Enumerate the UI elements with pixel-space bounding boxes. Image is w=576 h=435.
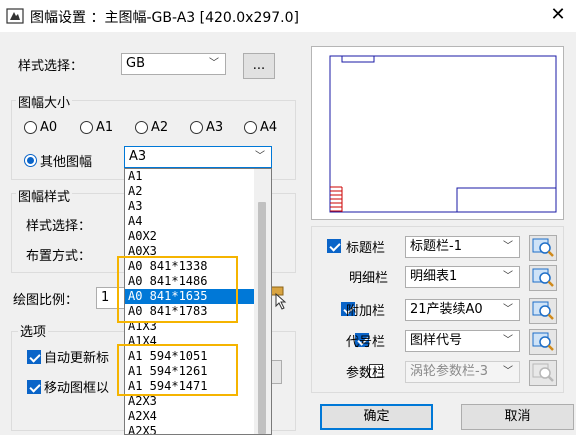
dropdown-item[interactable]: A1	[125, 169, 271, 184]
radio-a1-label: A1	[96, 120, 114, 135]
option-move-frame-check	[27, 379, 41, 394]
cancel-button[interactable]: 取消	[461, 404, 574, 430]
option-auto-update-check	[27, 349, 41, 364]
frame-size-group-title: 图幅大小	[16, 92, 73, 111]
dropdown-item[interactable]: A0X2	[125, 229, 271, 244]
bar-label: 附加栏	[346, 304, 386, 319]
dropdown-scroll-thumb[interactable]	[258, 202, 266, 434]
radio-a0[interactable]: A0	[24, 120, 57, 135]
radio-a4-circle	[244, 121, 257, 134]
radio-a4[interactable]: A4	[244, 120, 277, 135]
radio-a3[interactable]: A3	[190, 120, 223, 135]
bar-select: 涡轮参数栏-3 ﹀	[405, 361, 520, 383]
bar-label: 参数栏	[346, 366, 386, 381]
dropdown-item[interactable]: A2X4	[125, 409, 271, 424]
bar-label: 明细栏	[349, 271, 389, 286]
chevron-down-icon: ﹀	[503, 335, 513, 346]
option-auto-update-label: 自动更新标	[44, 351, 110, 366]
bar-select[interactable]: 明细表1 ﹀	[405, 266, 520, 288]
chevron-down-icon: ﹀	[209, 58, 219, 69]
radio-a0-label: A0	[40, 120, 58, 135]
bar-preview-search-icon[interactable]	[529, 298, 557, 324]
bar-preview-search-icon[interactable]	[529, 235, 557, 261]
frame-preview	[311, 46, 564, 220]
other-frame-value: A3	[129, 149, 147, 164]
radio-other-frame[interactable]: 其他图幅	[24, 151, 92, 170]
layout-label: 布置方式：	[26, 249, 92, 264]
dropdown-item[interactable]: A3	[125, 199, 271, 214]
bar-select-value: 涡轮参数栏-3	[410, 364, 488, 379]
style-select-label: 样式选择：	[18, 59, 84, 74]
dropdown-item[interactable]: A2X3	[125, 394, 271, 409]
options-group-title: 选项	[18, 321, 49, 340]
ok-button[interactable]: 确定	[320, 404, 433, 430]
bar-preview-search-icon[interactable]	[529, 265, 557, 291]
highlight-a0-sizes	[117, 256, 238, 323]
dropdown-item[interactable]: A2X5	[125, 424, 271, 434]
radio-other-circle	[24, 154, 37, 167]
frame-style-label: 样式选择：	[26, 219, 92, 234]
radio-a4-label: A4	[260, 120, 278, 135]
bar-select-value: 21产装续A0	[410, 302, 483, 317]
frame-style-group-title: 图幅样式	[16, 186, 73, 205]
bar-preview-search-icon[interactable]	[529, 360, 557, 386]
close-icon[interactable]: ✕	[548, 4, 568, 26]
radio-a3-label: A3	[206, 120, 224, 135]
radio-other-label: 其他图幅	[40, 155, 93, 170]
dropdown-item[interactable]: A2	[125, 184, 271, 199]
radio-a1-circle	[80, 121, 93, 134]
app-icon	[6, 8, 24, 24]
chevron-down-icon: ﹀	[255, 151, 265, 162]
option-auto-update[interactable]: 自动更新标	[27, 347, 109, 366]
bar-label: 代号栏	[346, 335, 386, 350]
bar-label: 标题栏	[346, 241, 386, 256]
window-title: 图幅设置 ：主图幅-GB-A3 [420.0x297.0]	[30, 10, 300, 26]
bar-preview-search-icon[interactable]	[529, 329, 557, 355]
chevron-down-icon: ﹀	[503, 304, 513, 315]
option-move-frame-label: 移动图框以	[44, 381, 110, 396]
bar-select-value: 标题栏-1	[410, 239, 462, 254]
radio-a0-circle	[24, 121, 37, 134]
bar-checkbox[interactable]	[327, 238, 341, 253]
bar-select-value: 图样代号	[410, 333, 463, 348]
chevron-down-icon: ﹀	[503, 241, 513, 252]
radio-a3-circle	[190, 121, 203, 134]
bar-select[interactable]: 标题栏-1 ﹀	[405, 236, 520, 258]
bar-select[interactable]: 图样代号 ﹀	[405, 330, 520, 352]
bar-select[interactable]: 21产装续A0 ﹀	[405, 299, 520, 321]
option-move-frame[interactable]: 移动图框以	[27, 377, 109, 396]
other-frame-combo[interactable]: A3 ﹀	[124, 146, 272, 168]
style-select-combo[interactable]: GB ﹀	[121, 53, 226, 75]
radio-a2-circle	[135, 121, 148, 134]
frame-preview-drawing	[329, 55, 557, 213]
style-select-value: GB	[126, 56, 145, 71]
highlight-a1-sizes	[117, 344, 238, 396]
scale-value: 1	[101, 290, 110, 305]
dropdown-item[interactable]: A4	[125, 214, 271, 229]
browse-button[interactable]: ...	[243, 53, 275, 79]
bar-select-value: 明细表1	[410, 269, 458, 284]
chevron-down-icon: ﹀	[503, 366, 513, 377]
radio-a1[interactable]: A1	[80, 120, 113, 135]
radio-a2[interactable]: A2	[135, 120, 168, 135]
scale-label: 绘图比例：	[13, 293, 79, 308]
radio-a2-label: A2	[151, 120, 169, 135]
chevron-down-icon: ﹀	[503, 271, 513, 282]
